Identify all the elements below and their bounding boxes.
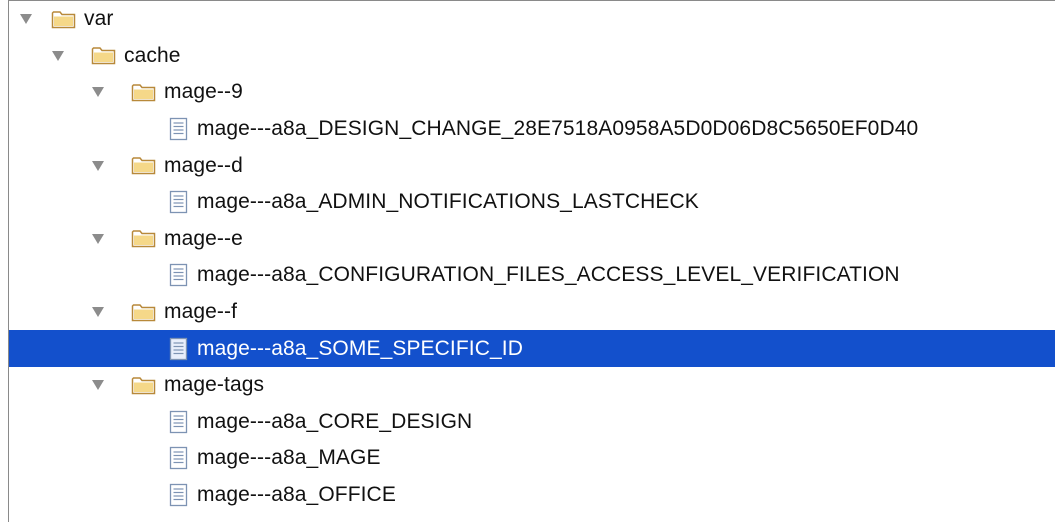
tree-folder-row[interactable]: mage-tags bbox=[9, 367, 1055, 404]
expand-arrow-icon[interactable] bbox=[91, 159, 105, 173]
folder-icon bbox=[131, 83, 156, 102]
folder-label: cache bbox=[124, 43, 181, 67]
tree-file-row[interactable]: mage---a8a_CORE_DESIGN bbox=[9, 404, 1055, 441]
file-icon bbox=[169, 483, 189, 507]
folder-label: mage--f bbox=[164, 300, 238, 324]
file-icon bbox=[169, 190, 189, 214]
tree-file-row[interactable]: mage---a8a_SOME_SPECIFIC_ID bbox=[9, 330, 1055, 367]
expand-arrow-icon[interactable] bbox=[91, 232, 105, 246]
folder-label: var bbox=[84, 7, 114, 31]
file-label: mage---a8a_CORE_DESIGN bbox=[197, 409, 473, 433]
folder-icon bbox=[131, 303, 156, 322]
file-tree-panel: var cache mage--9 mage---a8a_DESIGN_CHANGE_… bbox=[8, 0, 1055, 522]
folder-icon bbox=[131, 376, 156, 395]
file-icon bbox=[169, 117, 189, 141]
folder-label: mage--9 bbox=[164, 80, 243, 104]
folder-icon bbox=[131, 156, 156, 175]
file-label: mage---a8a_MAGE bbox=[197, 446, 381, 470]
file-icon bbox=[169, 263, 189, 287]
expand-arrow-icon[interactable] bbox=[19, 12, 33, 26]
expand-arrow-icon[interactable] bbox=[91, 305, 105, 319]
folder-label: mage--e bbox=[164, 226, 243, 250]
folder-icon bbox=[131, 229, 156, 248]
file-label: mage---a8a_OFFICE bbox=[197, 483, 396, 507]
tree-file-row[interactable]: mage---a8a_ADMIN_NOTIFICATIONS_LASTCHECK bbox=[9, 184, 1055, 221]
tree-folder-row[interactable]: mage--9 bbox=[9, 74, 1055, 111]
expand-arrow-icon[interactable] bbox=[51, 49, 65, 63]
folder-icon bbox=[91, 46, 116, 65]
tree-folder-row[interactable]: cache bbox=[9, 38, 1055, 75]
tree-folder-row[interactable]: var bbox=[9, 1, 1055, 38]
file-icon bbox=[169, 337, 189, 361]
tree-folder-row[interactable]: mage--e bbox=[9, 221, 1055, 258]
file-icon bbox=[169, 446, 189, 470]
tree-folder-row[interactable]: mage--d bbox=[9, 147, 1055, 184]
tree-file-row[interactable]: mage---a8a_DESIGN_CHANGE_28E7518A0958A5D… bbox=[9, 111, 1055, 148]
tree-file-row[interactable]: mage---a8a_OFFICE bbox=[9, 477, 1055, 514]
folder-label: mage--d bbox=[164, 153, 243, 177]
file-label: mage---a8a_DESIGN_CHANGE_28E7518A0958A5D… bbox=[197, 117, 919, 141]
folder-icon bbox=[51, 10, 76, 29]
file-tree: var cache mage--9 mage---a8a_DESIGN_CHANGE_… bbox=[9, 1, 1055, 513]
file-icon bbox=[169, 410, 189, 434]
folder-label: mage-tags bbox=[164, 373, 265, 397]
file-label: mage---a8a_SOME_SPECIFIC_ID bbox=[197, 336, 523, 360]
tree-file-row[interactable]: mage---a8a_MAGE bbox=[9, 440, 1055, 477]
tree-folder-row[interactable]: mage--f bbox=[9, 294, 1055, 331]
file-label: mage---a8a_ADMIN_NOTIFICATIONS_LASTCHECK bbox=[197, 190, 699, 214]
file-label: mage---a8a_CONFIGURATION_FILES_ACCESS_LE… bbox=[197, 263, 900, 287]
tree-file-row[interactable]: mage---a8a_CONFIGURATION_FILES_ACCESS_LE… bbox=[9, 257, 1055, 294]
expand-arrow-icon[interactable] bbox=[91, 85, 105, 99]
expand-arrow-icon[interactable] bbox=[91, 378, 105, 392]
